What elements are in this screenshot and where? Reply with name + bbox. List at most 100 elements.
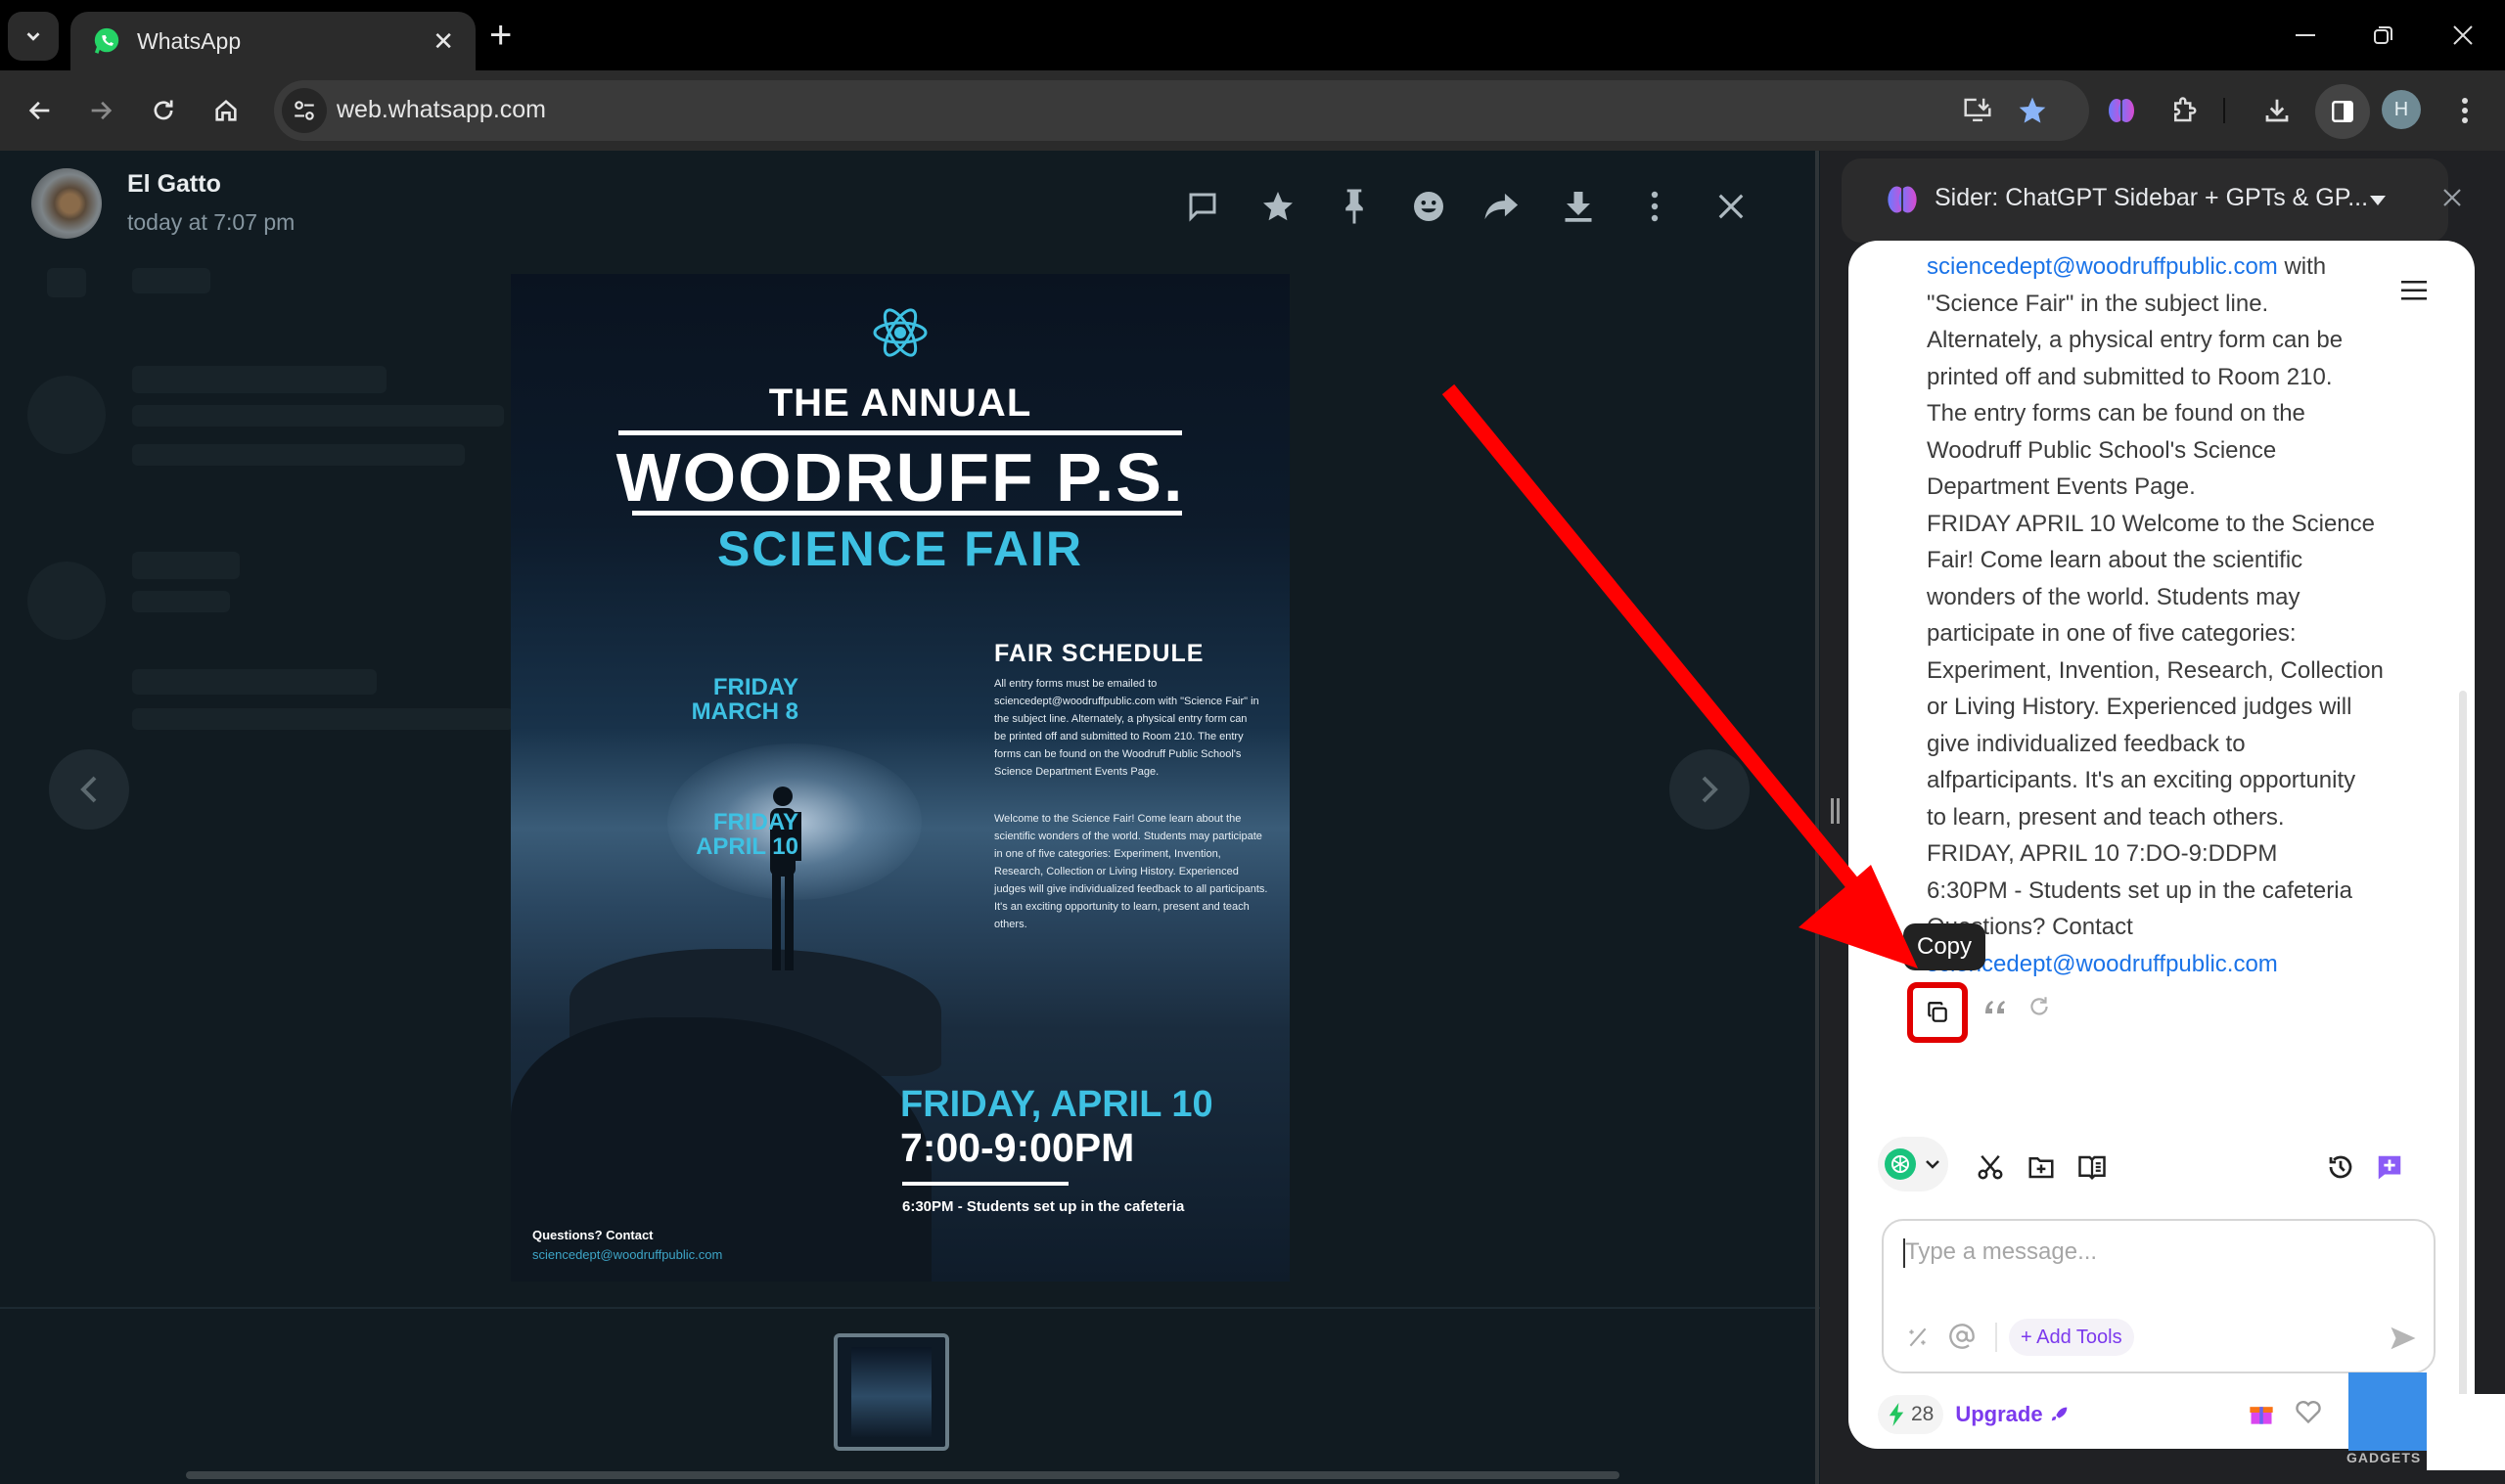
restore-button[interactable] (2364, 18, 2403, 53)
close-window-button[interactable] (2443, 18, 2482, 53)
credits-badge[interactable]: 28 (1878, 1395, 1944, 1434)
downloads-button[interactable] (2254, 88, 2300, 133)
close-icon (2443, 189, 2461, 206)
message-timestamp: today at 7:07 pm (127, 209, 296, 235)
star-message-button[interactable] (1255, 184, 1300, 229)
poster-school: WOODRUFF P.S. (615, 439, 1185, 516)
sider-side-panel: Sider: ChatGPT Sidebar + GPTs & GP... sc… (1820, 151, 2505, 1484)
message-line: FRIDAY APRIL 10 Welcome to the Science (1927, 506, 2436, 543)
mention-button[interactable] (1948, 1323, 1976, 1350)
url-text[interactable]: web.whatsapp.com (337, 96, 546, 124)
favorite-button[interactable] (2295, 1399, 2322, 1424)
screenshot-button[interactable] (1976, 1152, 2005, 1182)
email-link[interactable]: sciencedept@woodruffpublic.com (1927, 253, 2278, 280)
browser-menu-button[interactable] (2442, 88, 2487, 133)
minimize-icon (2296, 34, 2315, 36)
more-vertical-icon (2462, 98, 2468, 123)
poster-date-2-date: APRIL 10 (696, 833, 798, 860)
message-input[interactable]: Type a message... + Add Tools (1882, 1219, 2436, 1373)
panel-resize-divider[interactable] (1815, 151, 1819, 1484)
tab-search-button[interactable] (8, 12, 59, 61)
forward-button[interactable] (80, 90, 121, 131)
install-icon (1964, 98, 1991, 122)
chevron-left-icon (80, 776, 97, 803)
prompt-enhance-button[interactable] (1905, 1325, 1931, 1350)
message-menu-button[interactable] (2401, 280, 2427, 301)
address-bar[interactable]: web.whatsapp.com (274, 80, 2089, 141)
upload-file-button[interactable] (2027, 1152, 2056, 1182)
history-button[interactable] (2326, 1152, 2355, 1182)
toolbar-divider (2223, 98, 2225, 123)
pin-button[interactable] (1332, 184, 1377, 229)
download-button[interactable] (1556, 184, 1601, 229)
new-chat-button[interactable] (2375, 1152, 2404, 1182)
new-tab-button[interactable]: + (489, 14, 512, 57)
site-info-button[interactable] (282, 88, 327, 133)
dropdown-arrow-icon[interactable] (2370, 196, 2386, 205)
poster-schedule-title: FAIR SCHEDULE (994, 640, 1205, 667)
close-side-panel-button[interactable] (2440, 186, 2464, 209)
brain-icon (2109, 99, 2134, 122)
dimmed-background (27, 376, 106, 454)
reply-button[interactable] (1180, 184, 1225, 229)
close-viewer-button[interactable] (1708, 184, 1754, 229)
chevron-right-icon (1702, 776, 1718, 803)
side-panel-icon (2332, 101, 2353, 122)
poster-setup: 6:30PM - Students set up in the cafeteri… (902, 1198, 1185, 1215)
dimmed-background (47, 268, 86, 297)
horizontal-scrollbar[interactable] (186, 1471, 1619, 1479)
input-divider (1995, 1323, 1997, 1352)
side-panel-button[interactable] (2315, 84, 2370, 139)
message-line: Department Events Page. (1927, 469, 2436, 506)
viewer-header: El Gatto today at 7:07 pm (0, 151, 1820, 258)
back-button[interactable] (20, 90, 61, 131)
read-page-button[interactable] (2077, 1152, 2107, 1182)
extensions-button[interactable] (2162, 88, 2207, 133)
message-text: printed off and submitted to Room 210. (1927, 363, 2333, 390)
more-options-button[interactable] (1632, 184, 1677, 229)
home-button[interactable] (205, 90, 247, 131)
bookmark-star-button[interactable] (2010, 88, 2055, 133)
poster-event: SCIENCE FAIR (716, 521, 1084, 576)
sender-avatar[interactable] (31, 168, 102, 239)
upgrade-label: Upgrade (1955, 1402, 2043, 1426)
minimize-button[interactable] (2286, 18, 2325, 53)
star-icon (2019, 97, 2046, 123)
chat-scrollbar[interactable] (2459, 691, 2467, 1434)
previous-media-button[interactable] (49, 749, 129, 830)
model-selector[interactable] (1878, 1137, 1948, 1192)
copy-button[interactable] (1907, 982, 1968, 1043)
poster-rule (618, 430, 1182, 435)
regenerate-button[interactable] (2027, 994, 2052, 1019)
chatgpt-icon (1885, 1148, 1916, 1180)
poster-date-1-date: MARCH 8 (691, 698, 798, 725)
message-text: FRIDAY, APRIL 10 7:DO-9:DDPM (1927, 840, 2278, 867)
thumbnail-divider (0, 1307, 1820, 1309)
react-button[interactable] (1406, 184, 1451, 229)
send-button[interactable] (2389, 1325, 2418, 1352)
media-thumbnail[interactable] (834, 1333, 949, 1451)
sider-extension-button[interactable] (2099, 88, 2144, 133)
media-image-poster: THE ANNUAL WOODRUFF P.S. SCIENCE FAIR FA… (511, 274, 1290, 1282)
reload-button[interactable] (143, 90, 184, 131)
forward-button[interactable] (1480, 184, 1525, 229)
panel-resize-handle[interactable] (1830, 796, 1842, 826)
copy-icon (1928, 1002, 1947, 1022)
message-input-placeholder: Type a message... (1905, 1238, 2098, 1265)
history-icon (2329, 1155, 2352, 1179)
message-text: participate in one of five categories: (1927, 620, 2297, 647)
quote-button[interactable] (1981, 994, 2009, 1017)
message-line: to learn, present and teach others. (1927, 799, 2436, 836)
folder-plus-icon (2028, 1157, 2054, 1179)
message-text: FRIDAY APRIL 10 Welcome to the Science (1927, 510, 2375, 537)
poster-date-1-day: FRIDAY (712, 674, 798, 700)
poster-contact-email: sciencedept@woodruffpublic.com (532, 1247, 723, 1262)
tab-close-icon[interactable]: ✕ (433, 26, 454, 57)
add-tools-button[interactable]: + Add Tools (2009, 1319, 2134, 1356)
tab-whatsapp[interactable]: WhatsApp ✕ (70, 12, 476, 70)
next-media-button[interactable] (1669, 749, 1750, 830)
upgrade-link[interactable]: Upgrade (1955, 1402, 2070, 1427)
profile-avatar[interactable]: H (2382, 90, 2421, 129)
install-app-button[interactable] (1955, 88, 2000, 133)
gift-button[interactable] (2248, 1399, 2275, 1426)
